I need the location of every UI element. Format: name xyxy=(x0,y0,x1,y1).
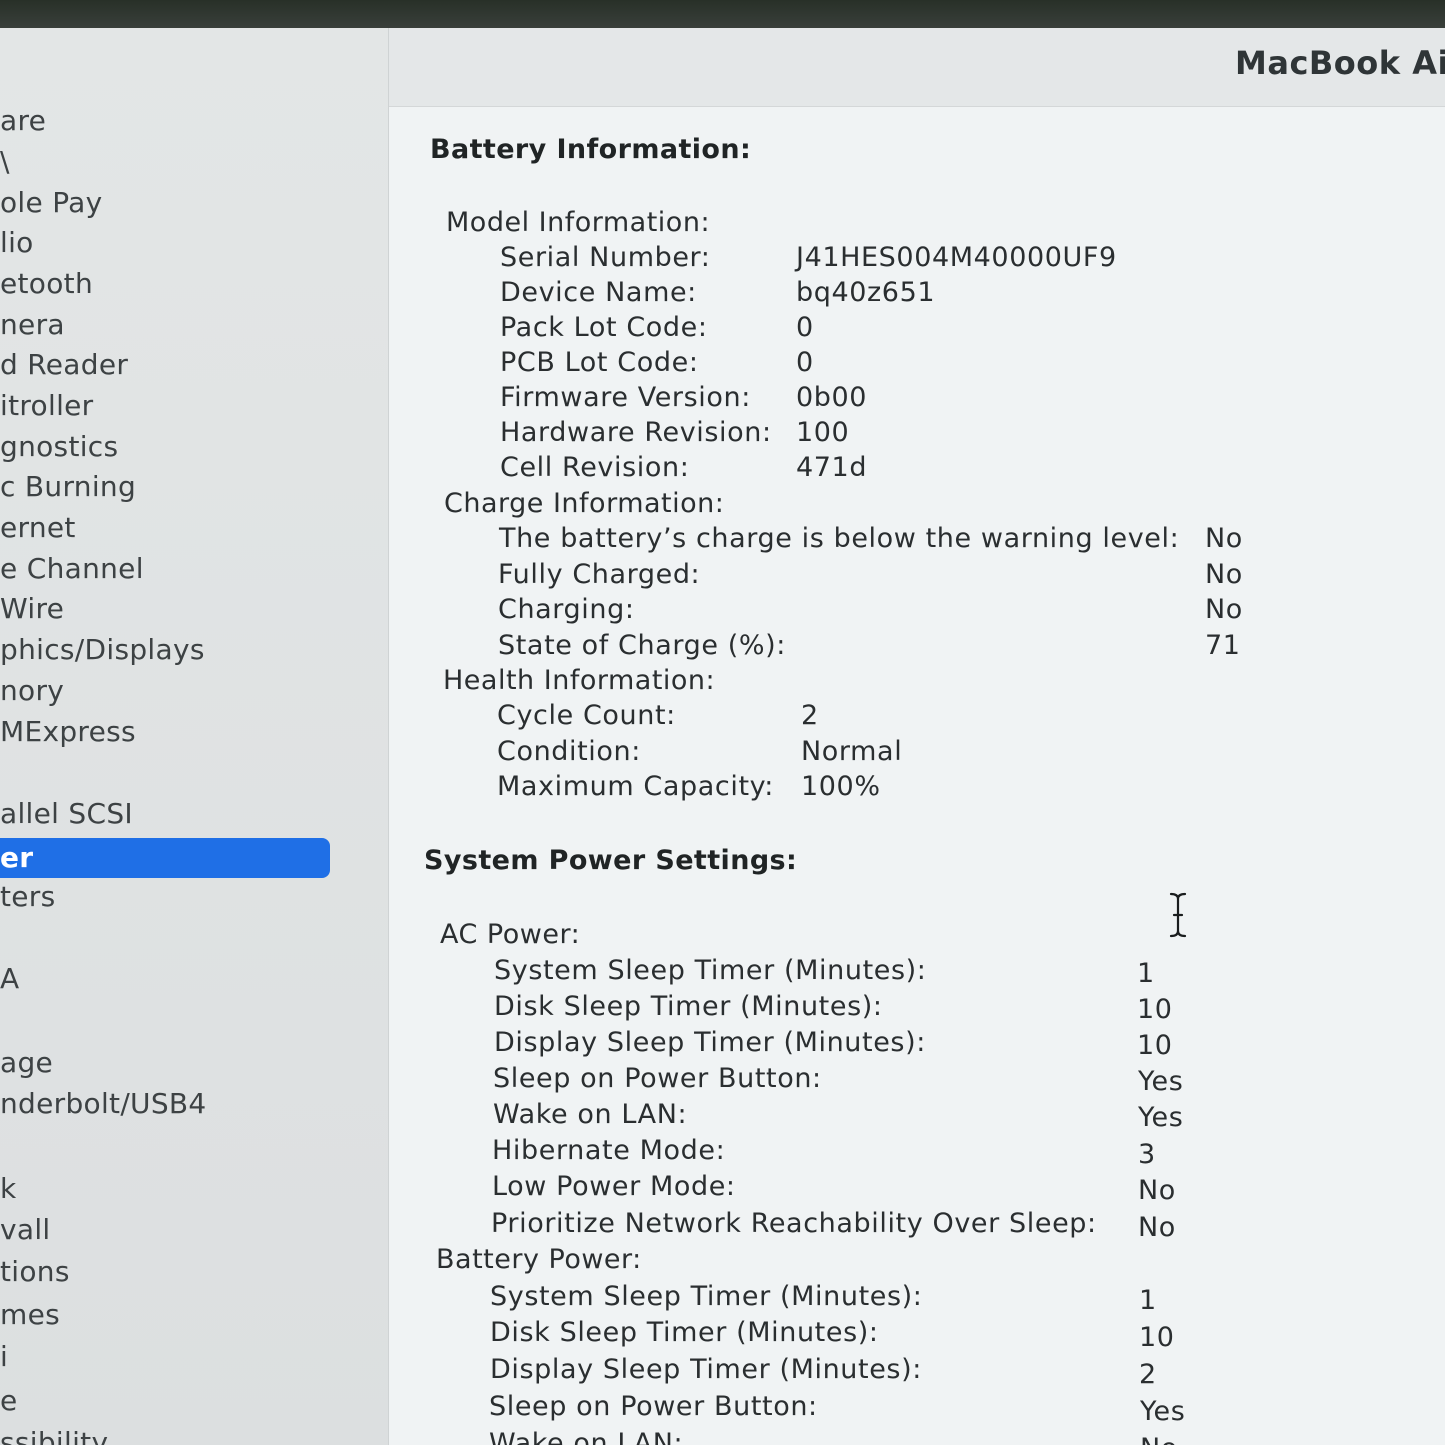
batt-system-sleep-timer-value: 1 xyxy=(1139,1285,1157,1316)
device-name-label: Device Name: xyxy=(500,277,697,308)
battery-power-heading: Battery Power: xyxy=(436,1244,642,1275)
sidebar-item-disc-burning[interactable]: c Burning xyxy=(0,470,136,503)
sidebar-item-firewire[interactable]: Wire xyxy=(0,592,64,625)
maximum-capacity-value: 100% xyxy=(801,771,881,802)
batt-disk-sleep-timer-label: Disk Sleep Timer (Minutes): xyxy=(490,1317,879,1348)
batt-wake-on-lan-label: Wake on LAN: xyxy=(489,1428,684,1445)
batt-system-sleep-timer-label: System Sleep Timer (Minutes): xyxy=(490,1281,923,1312)
cell-revision-label: Cell Revision: xyxy=(500,452,690,483)
hardware-revision-value: 100 xyxy=(796,417,850,448)
sidebar-item-power[interactable]: er xyxy=(0,838,330,878)
battery-information-heading: Battery Information: xyxy=(430,134,752,165)
state-of-charge-label: State of Charge (%): xyxy=(498,630,786,661)
display-bezel xyxy=(0,0,1445,30)
hardware-revision-label: Hardware Revision: xyxy=(500,417,772,448)
sidebar-item-memory[interactable]: nory xyxy=(0,674,64,707)
charge-information-heading: Charge Information: xyxy=(444,488,725,519)
sidebar-item-printers[interactable]: ters xyxy=(0,880,56,913)
sidebar-item-parallel-scsi[interactable]: allel SCSI xyxy=(0,797,133,830)
sidebar-item-apple-pay[interactable]: ole Pay xyxy=(0,186,103,219)
batt-display-sleep-timer-value: 2 xyxy=(1139,1359,1157,1390)
sidebar-item-locations[interactable]: tions xyxy=(0,1255,70,1288)
sidebar-item-network[interactable]: k xyxy=(0,1172,17,1205)
ac-hibernate-mode-label: Hibernate Mode: xyxy=(492,1135,726,1166)
screen: are \ ole Pay lio etooth nera d Reader i… xyxy=(0,0,1445,1445)
sidebar-item-volumes[interactable]: mes xyxy=(0,1298,60,1331)
cycle-count-label: Cycle Count: xyxy=(497,700,676,731)
ac-disk-sleep-timer-label: Disk Sleep Timer (Minutes): xyxy=(494,991,883,1022)
batt-sleep-on-power-button-value: Yes xyxy=(1140,1396,1186,1427)
charge-warning-value: No xyxy=(1205,523,1243,554)
sidebar-item-camera[interactable]: nera xyxy=(0,308,65,341)
ac-low-power-mode-label: Low Power Mode: xyxy=(492,1171,736,1202)
firmware-version-label: Firmware Version: xyxy=(500,382,751,413)
sidebar-item-ethernet[interactable]: ernet xyxy=(0,511,76,544)
device-name-value: bq40z651 xyxy=(796,277,936,308)
maximum-capacity-label: Maximum Capacity: xyxy=(497,771,774,802)
ac-system-sleep-timer-label: System Sleep Timer (Minutes): xyxy=(494,955,927,986)
sidebar-item-bluetooth[interactable]: etooth xyxy=(0,267,93,300)
serial-number-value: J41HES004M40000UF9 xyxy=(796,242,1117,273)
batt-display-sleep-timer-label: Display Sleep Timer (Minutes): xyxy=(490,1354,922,1385)
sidebar-item-graphics-displays[interactable]: phics/Displays xyxy=(0,633,205,666)
firmware-version-value: 0b00 xyxy=(796,382,868,413)
fully-charged-label: Fully Charged: xyxy=(498,559,701,590)
sidebar-item-storage[interactable]: age xyxy=(0,1046,53,1079)
sidebar-item-thunderbolt-usb4[interactable]: nderbolt/USB4 xyxy=(0,1087,207,1120)
ac-wake-on-lan-label: Wake on LAN: xyxy=(493,1099,688,1130)
health-information-heading: Health Information: xyxy=(443,665,716,696)
sidebar-item-controller[interactable]: itroller xyxy=(0,389,93,422)
ac-wake-on-lan-value: Yes xyxy=(1138,1102,1184,1133)
title-bar: MacBook Ai xyxy=(389,28,1445,107)
sidebar: are \ ole Pay lio etooth nera d Reader i… xyxy=(0,28,389,1445)
model-information-heading: Model Information: xyxy=(446,207,711,238)
cell-revision-value: 471d xyxy=(796,452,868,483)
fully-charged-value: No xyxy=(1205,559,1243,590)
sidebar-item-hardware[interactable]: are xyxy=(0,104,46,137)
batt-wake-on-lan-value: No xyxy=(1140,1433,1178,1445)
ac-sleep-on-power-button-value: Yes xyxy=(1138,1066,1184,1097)
sidebar-item-sata[interactable]: A xyxy=(0,962,19,995)
pcb-lot-code-value: 0 xyxy=(796,347,814,378)
condition-value: Normal xyxy=(801,736,903,767)
ac-disk-sleep-timer-value: 10 xyxy=(1137,994,1173,1025)
ac-hibernate-mode-value: 3 xyxy=(1138,1139,1156,1170)
sidebar-item-firewall[interactable]: vall xyxy=(0,1213,51,1246)
sidebar-item-nvmexpress[interactable]: MExpress xyxy=(0,715,136,748)
charging-label: Charging: xyxy=(498,594,635,625)
sidebar-item-diagnostics[interactable]: gnostics xyxy=(0,430,118,463)
pack-lot-code-label: Pack Lot Code: xyxy=(500,312,708,343)
ac-prioritize-network-value: No xyxy=(1138,1212,1176,1243)
condition-label: Condition: xyxy=(497,736,641,767)
sidebar-item-accessibility[interactable]: ssibility xyxy=(0,1426,108,1445)
sidebar-item-ata[interactable]: \ xyxy=(0,145,10,178)
cycle-count-value: 2 xyxy=(801,700,819,731)
pcb-lot-code-label: PCB Lot Code: xyxy=(500,347,699,378)
batt-sleep-on-power-button-label: Sleep on Power Button: xyxy=(489,1391,818,1422)
window-title: MacBook Ai xyxy=(1235,44,1445,82)
sidebar-item-wifi[interactable]: i xyxy=(0,1340,8,1373)
sidebar-item-fibre-channel[interactable]: e Channel xyxy=(0,552,144,585)
ac-prioritize-network-label: Prioritize Network Reachability Over Sle… xyxy=(491,1208,1097,1239)
ac-low-power-mode-value: No xyxy=(1138,1175,1176,1206)
system-power-settings-heading: System Power Settings: xyxy=(424,845,798,876)
state-of-charge-value: 71 xyxy=(1205,630,1241,661)
charge-warning-label: The battery’s charge is below the warnin… xyxy=(499,523,1180,554)
sidebar-item-card-reader[interactable]: d Reader xyxy=(0,348,128,381)
sidebar-item-audio[interactable]: lio xyxy=(0,226,34,259)
pack-lot-code-value: 0 xyxy=(796,312,814,343)
ac-display-sleep-timer-label: Display Sleep Timer (Minutes): xyxy=(494,1027,926,1058)
sidebar-item-software[interactable]: e xyxy=(0,1384,18,1417)
charging-value: No xyxy=(1205,594,1243,625)
ac-power-heading: AC Power: xyxy=(440,919,581,950)
text-cursor-icon xyxy=(1169,892,1187,938)
ac-system-sleep-timer-value: 1 xyxy=(1137,958,1155,989)
ac-sleep-on-power-button-label: Sleep on Power Button: xyxy=(493,1063,822,1094)
ac-display-sleep-timer-value: 10 xyxy=(1137,1030,1173,1061)
batt-disk-sleep-timer-value: 10 xyxy=(1139,1322,1175,1353)
serial-number-label: Serial Number: xyxy=(500,242,711,273)
